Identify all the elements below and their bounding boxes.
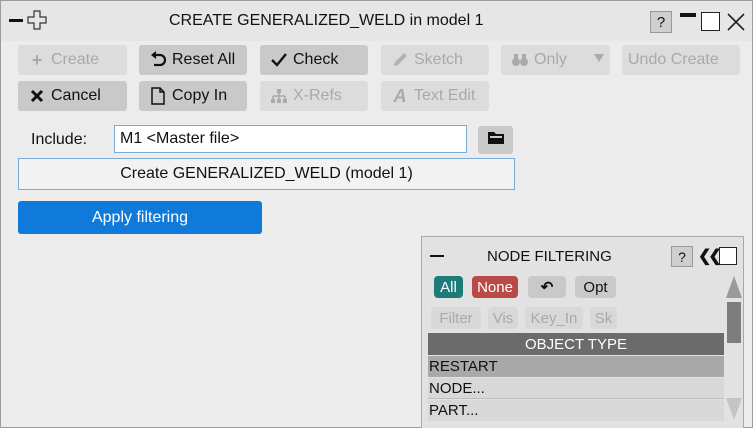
x-refs-label: X-Refs <box>293 87 342 104</box>
node-filtering-panel: NODE FILTERING ? ❮❮ All None ↶ Opt Filte… <box>421 236 744 428</box>
copy-in-label: Copy In <box>172 87 228 104</box>
sketch-label: Sketch <box>414 51 463 68</box>
panel-minimize-icon[interactable] <box>430 255 444 257</box>
cancel-label: Cancel <box>51 87 101 104</box>
undo-create-button[interactable]: Undo Create <box>622 45 740 75</box>
reset-all-button[interactable]: Reset All <box>139 45 247 75</box>
include-value: M1 <Master file> <box>120 130 240 147</box>
swap-button[interactable]: ↶ <box>528 276 566 298</box>
pencil-icon <box>389 51 411 69</box>
help-button[interactable]: ? <box>650 11 672 33</box>
include-field[interactable]: M1 <Master file> <box>114 125 467 153</box>
none-button[interactable]: None <box>472 276 518 298</box>
text-a-icon: A <box>393 85 407 106</box>
create-command-text: Create GENERALIZED_WELD (model 1) <box>120 165 413 182</box>
sketch-button[interactable]: Sketch <box>381 45 489 75</box>
check-button[interactable]: Check <box>260 45 368 75</box>
document-icon <box>147 87 169 105</box>
hierarchy-icon <box>268 88 290 104</box>
list-item-restart[interactable]: RESTART <box>428 356 724 377</box>
window-title: CREATE GENERALIZED_WELD in model 1 <box>169 12 484 29</box>
vis-button[interactable]: Vis <box>488 307 518 329</box>
copy-in-button[interactable]: Copy In <box>139 81 247 111</box>
filter-button[interactable]: Filter <box>431 307 481 329</box>
panel-maximize-icon[interactable] <box>719 247 737 265</box>
folder-icon <box>487 130 505 150</box>
x-refs-button[interactable]: X-Refs <box>260 81 368 111</box>
minimize-icon[interactable] <box>9 19 23 22</box>
plus-icon: + <box>31 49 43 70</box>
apply-filtering-button[interactable]: Apply filtering <box>18 201 262 234</box>
title-bar: CREATE GENERALIZED_WELD in model 1 ? <box>1 1 752 41</box>
close-icon[interactable] <box>725 11 747 33</box>
collapse-icon[interactable]: ❮❮ <box>698 246 722 266</box>
opt-button[interactable]: Opt <box>575 276 616 298</box>
x-mark-icon <box>26 89 48 103</box>
undo-create-label: Undo Create <box>628 51 719 68</box>
key-in-button[interactable]: Key_In <box>525 307 583 329</box>
scrollbar-thumb[interactable] <box>727 302 741 343</box>
reset-all-label: Reset All <box>172 51 236 68</box>
text-edit-button[interactable]: A Text Edit <box>381 81 489 111</box>
create-command-field[interactable]: Create GENERALIZED_WELD (model 1) <box>18 158 515 190</box>
dropdown-arrow-icon <box>594 54 604 62</box>
scrollbar[interactable] <box>725 273 743 425</box>
minimize-window-icon[interactable] <box>680 13 696 17</box>
move-cross-icon[interactable] <box>27 10 47 30</box>
list-item-node[interactable]: NODE... <box>428 378 724 399</box>
maximize-icon[interactable] <box>701 12 720 31</box>
sk-button[interactable]: Sk <box>590 307 617 329</box>
folder-button[interactable] <box>478 126 513 154</box>
text-edit-label: Text Edit <box>414 87 476 104</box>
list-item-part[interactable]: PART... <box>428 400 724 421</box>
only-label: Only <box>534 51 567 68</box>
panel-help-button[interactable]: ? <box>671 246 693 267</box>
create-generalized-weld-window: CREATE GENERALIZED_WELD in model 1 ? + C… <box>0 0 753 428</box>
only-dropdown[interactable]: Only <box>501 45 610 75</box>
cancel-button[interactable]: Cancel <box>18 81 127 111</box>
scroll-up-arrow-icon[interactable] <box>726 276 742 298</box>
create-button[interactable]: + Create <box>18 45 127 75</box>
panel-title: NODE FILTERING <box>487 248 612 265</box>
checkmark-icon <box>268 51 290 69</box>
undo-arrow-icon <box>147 51 169 69</box>
check-label: Check <box>293 51 339 68</box>
binoculars-icon <box>509 52 531 68</box>
include-label: Include: <box>31 131 88 148</box>
create-label: Create <box>51 51 100 68</box>
object-type-header: OBJECT TYPE <box>428 333 724 355</box>
all-button[interactable]: All <box>434 276 463 298</box>
scroll-down-arrow-icon[interactable] <box>726 398 742 420</box>
